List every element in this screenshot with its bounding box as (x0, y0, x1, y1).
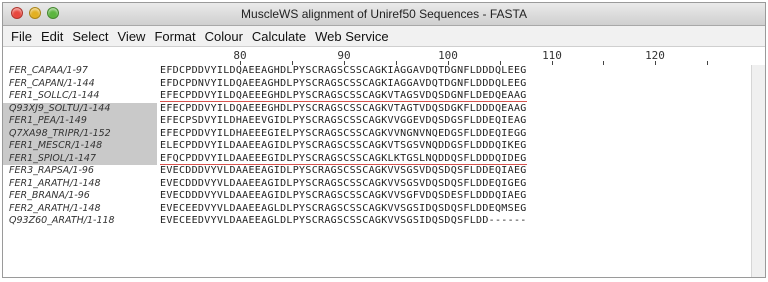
column-ruler: 80 90 100 110 120 (3, 47, 765, 65)
sequence-row[interactable]: EFECPDDVYILDHAEEEGIELPYSCRAGSCSSCAGKVVNG… (160, 128, 527, 141)
sequence-name[interactable]: FER1_SOLLC/1-144 (3, 90, 157, 103)
window-title: MuscleWS alignment of Uniref50 Sequences… (241, 7, 527, 21)
sequence-residues[interactable]: EFDCPDDVYILDQAEEAGHDLPYSCRAGSCSSCAGKIAGG… (160, 65, 527, 228)
sequence-row[interactable]: EFQCPDDVYILDAAEEEGIDLPYSCRAGSCSSCAGKLKTG… (160, 153, 527, 166)
menu-calculate[interactable]: Calculate (252, 29, 306, 44)
sequence-row[interactable]: ELECPDDVYILDAAEEAGIDLPYSCRAGSCSSCAGKVTSG… (160, 140, 527, 153)
menu-format[interactable]: Format (154, 29, 195, 44)
alignment-window: MuscleWS alignment of Uniref50 Sequences… (2, 2, 766, 278)
sequence-name[interactable]: FER_CAPAA/1-97 (3, 65, 157, 78)
sequence-name[interactable]: FER_BRANA/1-96 (3, 190, 157, 203)
sequence-name[interactable]: FER2_ARATH/1-148 (3, 203, 157, 216)
sequence-name[interactable]: Q93Z60_ARATH/1-118 (3, 215, 157, 228)
sequence-name-selected[interactable]: Q7XA98_TRIPR/1-152 (3, 127, 157, 140)
sequence-row[interactable]: EFDCPDDVYILDQAEEAGHDLPYSCRAGSCSSCAGKIAGG… (160, 65, 527, 78)
menu-colour[interactable]: Colour (205, 29, 243, 44)
sequence-name-selected[interactable]: FER1_SPIOL/1-147 (3, 152, 157, 165)
menu-edit[interactable]: Edit (41, 29, 63, 44)
sequence-row[interactable]: EVECDDDVYVLDAAEEAGIDLPYSCRAGSCSSCAGKVVSG… (160, 178, 527, 191)
title-bar: MuscleWS alignment of Uniref50 Sequences… (3, 3, 765, 26)
sequence-row[interactable]: EFECPDDVYILDQAEEEGHDLPYSCRAGSCSSCAGKVTAG… (160, 103, 527, 116)
sequence-name[interactable]: FER_CAPAN/1-144 (3, 78, 157, 91)
sequence-names: FER_CAPAA/1-97 FER_CAPAN/1-144 FER1_SOLL… (3, 65, 157, 228)
sequence-row[interactable]: EVECDDDVYVLDAAEEAGIDLPYSCRAGSCSSCAGKVVSG… (160, 190, 527, 203)
sequence-row[interactable]: EFECPDDVYILDQAEEEGHDLPYSCRAGSCSSCAGKVTAG… (160, 90, 527, 103)
ruler-tick (603, 61, 604, 65)
menu-web-service[interactable]: Web Service (315, 29, 388, 44)
ruler-tick (552, 61, 553, 65)
menu-view[interactable]: View (118, 29, 146, 44)
sequence-name-selected[interactable]: FER1_MESCR/1-148 (3, 140, 157, 153)
menu-select[interactable]: Select (72, 29, 108, 44)
vertical-scrollbar[interactable] (751, 65, 765, 277)
sequence-row[interactable]: EFDCPDNVYILDQAEEAGHDLPYSCRAGSCSSCAGKIAGG… (160, 78, 527, 91)
ruler-tick (655, 61, 656, 65)
sequence-name-selected[interactable]: Q93XJ9_SOLTU/1-144 (3, 102, 157, 115)
sequence-row[interactable]: EFECPSDVYILDHAEEVGIDLPYSCRAGSCSSCAGKVVGG… (160, 115, 527, 128)
menu-bar: File Edit Select View Format Colour Calc… (3, 26, 765, 47)
sequence-row[interactable]: EVECEEDVYVLDAAEEAGLDLPYSCRAGSCSSCAGKVVSG… (160, 203, 527, 216)
sequence-name[interactable]: FER3_RAPSA/1-96 (3, 165, 157, 178)
sequence-name[interactable]: FER1_ARATH/1-148 (3, 178, 157, 191)
sequence-name-selected[interactable]: FER1_PEA/1-149 (3, 115, 157, 128)
sequence-row[interactable]: EVECEEDVYVLDAAEEAGLDLPYSCRAGSCSSCAGKVVSG… (160, 215, 527, 228)
ruler-tick (707, 61, 708, 65)
menu-file[interactable]: File (11, 29, 32, 44)
sequence-row[interactable]: EVECDDDVYVLDAAEEAGIDLPYSCRAGSCSSCAGKVVSG… (160, 165, 527, 178)
alignment-panel: 80 90 100 110 120 FER_CAPAA/1-97 FER_CAP… (3, 47, 765, 277)
